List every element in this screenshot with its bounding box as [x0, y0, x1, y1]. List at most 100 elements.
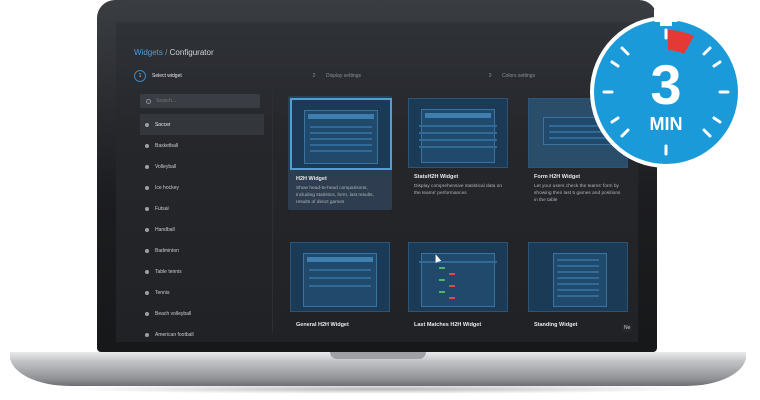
sport-label: Futsal — [155, 205, 169, 212]
badge-unit: MIN — [650, 114, 683, 134]
sport-item-beach-volleyball[interactable]: Beach volleyball — [140, 303, 264, 324]
preview-row — [419, 125, 497, 127]
widget-card-h2h[interactable]: H2H Widget Show head-to-head comparisons… — [290, 98, 392, 207]
sport-item-tennis[interactable]: Tennis — [140, 282, 264, 303]
widget-title: General H2H Widget — [296, 322, 349, 328]
step-number: 2 — [312, 73, 316, 79]
laptop-screen: Widgets / Configurator 1 Select widget 2… — [116, 22, 638, 342]
preview-header — [308, 114, 374, 119]
sport-item-table-tennis[interactable]: Table tennis — [140, 261, 264, 282]
preview-row — [419, 146, 497, 148]
sport-label: Ice hockey — [155, 184, 179, 191]
sport-item-american-football[interactable]: American football — [140, 324, 264, 342]
stopwatch-crown — [654, 8, 678, 22]
next-button[interactable]: Ne — [622, 324, 633, 332]
preview-row — [310, 144, 372, 146]
preview-row — [419, 261, 497, 263]
widget-description: Show head-to-head comparisons, including… — [296, 186, 374, 205]
win-marker — [439, 291, 445, 293]
american-football-icon — [145, 332, 149, 337]
widget-preview — [528, 242, 628, 312]
wizard-steps: 1 Select widget 2 Display settings 3 Col… — [134, 70, 634, 84]
widget-card-standing[interactable]: Standing Widget — [528, 242, 628, 328]
preview-row — [557, 289, 599, 291]
step-label: Colors settings — [502, 73, 536, 79]
basketball-icon — [145, 143, 149, 148]
laptop-base — [10, 352, 746, 386]
sport-label: Handball — [155, 226, 175, 233]
handball-icon — [145, 227, 149, 232]
step-select-widget[interactable]: 1 Select widget — [134, 70, 182, 82]
step-label: Display settings — [326, 73, 362, 79]
breadcrumb-separator: / — [165, 48, 168, 57]
widget-title: H2H Widget — [296, 176, 327, 182]
preview-row — [419, 132, 497, 134]
preview-header — [425, 113, 491, 118]
sport-item-handball[interactable]: Handball — [140, 219, 264, 240]
sports-list: Soccer Basketball Volleyball Ice hockey … — [140, 114, 264, 342]
preview-panel — [553, 253, 607, 307]
sport-label: Volleyball — [155, 163, 177, 170]
sport-label: Table tennis — [155, 268, 182, 275]
widget-card-statsh2h[interactable]: StatsH2H Widget Display comprehensive st… — [408, 98, 508, 198]
preview-row — [309, 269, 371, 271]
badge-number: 3 — [650, 53, 681, 116]
sport-label: Badminton — [155, 247, 179, 254]
page-title: Widgets / Configurator — [134, 48, 214, 57]
widget-card-last-matches-h2h[interactable]: Last Matches H2H Widget — [408, 242, 508, 328]
hockey-icon — [145, 185, 149, 190]
breadcrumb-widgets[interactable]: Widgets — [134, 48, 163, 57]
loss-marker — [449, 285, 455, 287]
preview-row — [310, 150, 372, 152]
widget-preview — [408, 98, 508, 168]
laptop-notch — [330, 352, 426, 359]
preview-row — [557, 277, 599, 279]
step-number: 1 — [134, 70, 146, 82]
sport-label: Soccer — [155, 121, 171, 128]
widget-preview — [408, 242, 508, 312]
step-label: Select widget — [152, 73, 182, 79]
stopwatch-stem — [660, 20, 672, 26]
preview-row — [557, 283, 599, 285]
sport-item-volleyball[interactable]: Volleyball — [140, 156, 264, 177]
widget-title: StatsH2H Widget — [414, 174, 459, 180]
sport-item-badminton[interactable]: Badminton — [140, 240, 264, 261]
win-marker — [439, 279, 445, 281]
widget-title: Last Matches H2H Widget — [414, 322, 482, 328]
preview-row — [557, 271, 599, 273]
sport-item-futsal[interactable]: Futsal — [140, 198, 264, 219]
badminton-icon — [145, 248, 149, 253]
sport-search — [140, 94, 260, 108]
sport-label: Beach volleyball — [155, 310, 192, 317]
search-input[interactable] — [156, 98, 246, 104]
futsal-icon — [145, 206, 149, 211]
preview-header — [307, 257, 373, 262]
widget-preview — [290, 98, 392, 170]
step-colors-settings[interactable]: 3 Colors settings — [484, 70, 535, 82]
step-display-settings[interactable]: 2 Display settings — [308, 70, 361, 82]
widget-card-general-h2h[interactable]: General H2H Widget — [290, 242, 390, 328]
loss-marker — [449, 297, 455, 299]
timer-badge: 3 MIN — [590, 8, 742, 168]
tennis-icon — [145, 290, 149, 295]
volleyball-icon — [145, 164, 149, 169]
sport-item-basketball[interactable]: Basketball — [140, 135, 264, 156]
sport-item-ice-hockey[interactable]: Ice hockey — [140, 177, 264, 198]
table-tennis-icon — [145, 269, 149, 274]
widget-description: Display comprehensive statistical data o… — [414, 184, 502, 196]
sport-item-soccer[interactable]: Soccer — [140, 114, 264, 135]
widget-title: Form H2H Widget — [534, 174, 581, 180]
loss-marker — [449, 273, 455, 275]
widget-preview — [290, 242, 390, 312]
widget-description: Let your users check the teams' form by … — [534, 184, 621, 203]
sport-label: American football — [155, 331, 194, 338]
step-number: 3 — [488, 73, 492, 79]
win-marker — [439, 267, 445, 269]
beach-volleyball-icon — [145, 311, 149, 316]
preview-row — [309, 277, 371, 279]
breadcrumb-current: Configurator — [169, 48, 214, 57]
search-icon — [146, 98, 151, 104]
preview-row — [557, 259, 599, 261]
column-divider — [272, 92, 273, 332]
sport-label: Basketball — [155, 142, 179, 149]
